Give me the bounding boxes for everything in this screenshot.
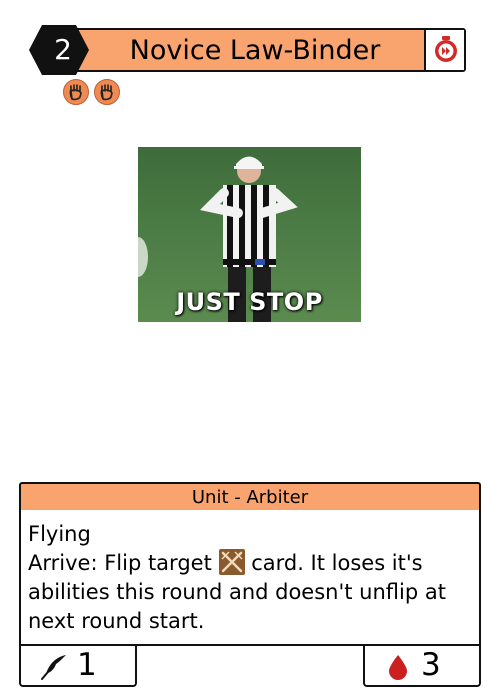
rules-text-box: Flying Arrive: Flip target card. It lose… — [19, 510, 481, 646]
card-art: JUST STOP — [138, 147, 361, 322]
cost-hexagon: 2 — [28, 24, 90, 76]
rules-line-ability: Arrive: Flip target card. It loses it's … — [28, 549, 478, 636]
cost-value: 2 — [54, 33, 72, 66]
feather-icon — [41, 655, 66, 680]
hand-icon — [94, 79, 120, 105]
health-value: 3 — [421, 647, 441, 683]
card-title-bar: Novice Law-Binder — [44, 28, 466, 72]
type-line-bar: Unit - Arbiter — [19, 482, 481, 512]
rules-line-keyword: Flying — [28, 522, 91, 546]
hand-icon — [63, 79, 89, 105]
blood-drop-icon — [389, 655, 407, 680]
speed-indicator — [424, 30, 464, 70]
power-value: 1 — [77, 647, 97, 683]
power-stat: 1 — [19, 646, 137, 687]
crossed-swords-icon — [218, 549, 245, 575]
fast-forward-clock-icon — [435, 36, 457, 62]
health-stat: 3 — [363, 646, 481, 687]
art-caption: JUST STOP — [176, 288, 323, 316]
type-line: Unit - Arbiter — [191, 487, 309, 508]
rules-text-before-icon: Arrive: Flip target — [28, 551, 212, 575]
rules-text: Flying Arrive: Flip target card. It lose… — [28, 520, 478, 636]
card-name: Novice Law-Binder — [129, 35, 381, 66]
